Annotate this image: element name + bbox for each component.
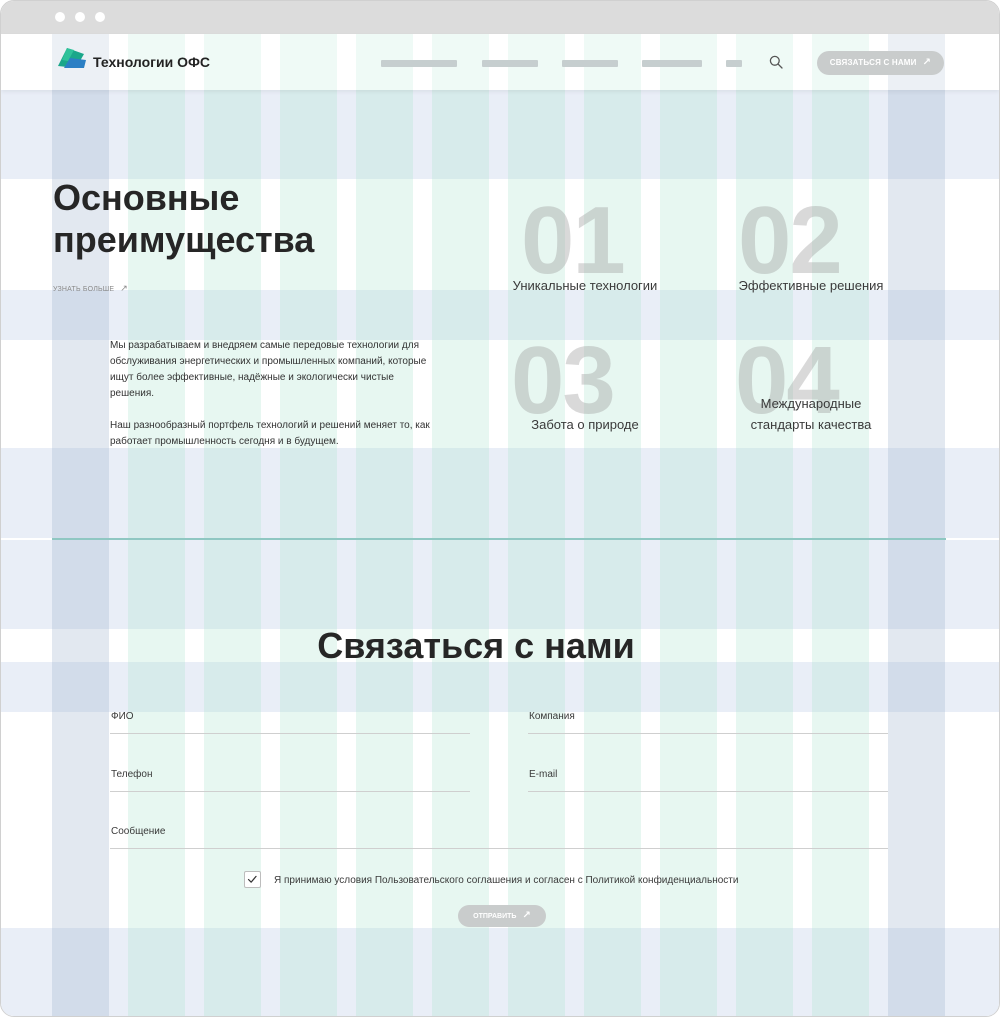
advantage-label-3: Забота о природе <box>531 417 639 432</box>
phone-field[interactable]: Телефон <box>110 767 470 792</box>
learn-more-link[interactable]: УЗНАТЬ БОЛЬШЕ ↗ <box>53 283 128 294</box>
advantage-label-1: Уникальные технологии <box>512 278 658 293</box>
grid-column <box>660 34 717 1016</box>
advantages-paragraph-1: Мы разрабатываем и внедряем самые передо… <box>110 340 427 399</box>
nav-item-2[interactable] <box>482 60 538 67</box>
company-field-label: Компания <box>529 711 575 722</box>
contact-us-button-label: СВЯЗАТЬСЯ С НАМИ <box>829 58 917 67</box>
advantages-paragraph-2: Наш разнообразный портфель технологий и … <box>110 420 430 447</box>
grid-column <box>888 34 945 1016</box>
grid-column <box>508 34 565 1016</box>
browser-window: Технологии ОФС СВЯЗАТЬСЯ С НАМИ ↗ Основны… <box>0 0 1000 1017</box>
phone-field-label: Телефон <box>111 769 153 780</box>
contact-us-button[interactable]: СВЯЗАТЬСЯ С НАМИ ↗ <box>817 51 944 75</box>
consent-checkbox[interactable] <box>244 871 261 888</box>
grid-column <box>584 34 641 1016</box>
advantages-title: Основные преимущества <box>53 177 315 260</box>
arrow-up-right-icon: ↗ <box>922 57 932 68</box>
window-maximize-dot[interactable] <box>95 12 105 22</box>
consent-text: Я принимаю условия Пользовательского сог… <box>274 875 739 886</box>
name-field[interactable]: ФИО <box>110 709 470 734</box>
section-divider <box>52 538 946 540</box>
grid-column <box>432 34 489 1016</box>
search-icon[interactable] <box>769 55 783 69</box>
learn-more-label: УЗНАТЬ БОЛЬШЕ <box>53 286 115 293</box>
submit-button-label: ОТПРАВИТЬ <box>473 913 517 920</box>
grid-column <box>736 34 793 1016</box>
advantage-label-4: Международные стандарты качества <box>750 396 872 432</box>
nav-item-5[interactable] <box>726 60 742 67</box>
arrow-up-right-icon: ↗ <box>522 910 531 921</box>
logo-icon[interactable] <box>58 46 86 68</box>
advantage-label-2: Эффективные решения <box>738 278 884 293</box>
logo-text[interactable]: Технологии ОФС <box>93 54 210 70</box>
nav-item-3[interactable] <box>562 60 618 67</box>
checkmark-icon <box>247 875 257 883</box>
contact-title: Связаться с нами <box>317 625 635 666</box>
name-field-label: ФИО <box>111 711 134 722</box>
arrow-up-right-icon: ↗ <box>120 283 129 293</box>
submit-button[interactable]: ОТПРАВИТЬ ↗ <box>458 905 546 927</box>
email-field[interactable]: E-mail <box>528 767 888 792</box>
nav-item-4[interactable] <box>642 60 702 67</box>
window-close-dot[interactable] <box>55 12 65 22</box>
grid-column <box>812 34 869 1016</box>
message-field[interactable]: Сообщение <box>110 824 888 849</box>
nav-item-1[interactable] <box>381 60 457 67</box>
company-field[interactable]: Компания <box>528 709 888 734</box>
browser-titlebar <box>1 1 999 34</box>
window-minimize-dot[interactable] <box>75 12 85 22</box>
message-field-label: Сообщение <box>111 826 166 837</box>
email-field-label: E-mail <box>529 769 558 780</box>
